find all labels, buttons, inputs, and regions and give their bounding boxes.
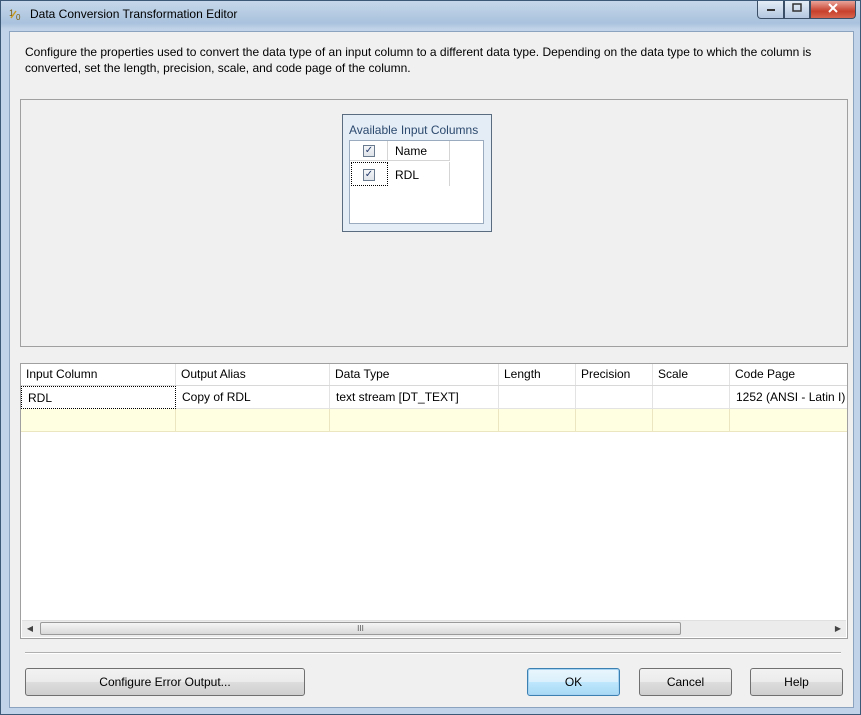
available-columns-title: Available Input Columns — [349, 123, 479, 137]
select-all-checkbox[interactable]: ✓ — [363, 145, 375, 157]
horizontal-scrollbar[interactable]: ◀ III ▶ — [22, 620, 846, 637]
window-title: Data Conversion Transformation Editor — [30, 7, 238, 21]
separator — [25, 652, 841, 654]
column-header-precision[interactable]: Precision — [576, 364, 653, 385]
grid-header: Input Column Output Alias Data Type Leng… — [21, 364, 847, 386]
new-row-cell[interactable] — [176, 409, 330, 432]
column-header-data-type[interactable]: Data Type — [330, 364, 499, 385]
precision-cell[interactable] — [576, 386, 653, 409]
new-row-cell[interactable] — [576, 409, 653, 432]
editor-window: 10 Data Conversion Transformation Editor… — [0, 0, 861, 715]
title-bar[interactable]: 10 Data Conversion Transformation Editor — [1, 1, 860, 27]
dialog-body: Configure the properties used to convert… — [9, 31, 854, 708]
name-header: Name — [395, 144, 428, 158]
data-conversion-icon: 10 — [8, 6, 24, 22]
new-row-cell[interactable] — [21, 409, 176, 432]
scale-cell[interactable] — [653, 386, 730, 409]
column-header-length[interactable]: Length — [499, 364, 576, 385]
minimize-button[interactable] — [757, 1, 784, 19]
column-header-output-alias[interactable]: Output Alias — [176, 364, 330, 385]
available-columns-list: ✓ Name ✓ RDL — [349, 140, 484, 224]
scroll-thumb[interactable]: III — [40, 622, 681, 635]
new-row[interactable] — [21, 409, 847, 432]
maximize-icon — [792, 3, 802, 16]
cancel-button[interactable]: Cancel — [639, 668, 732, 696]
length-cell[interactable] — [499, 386, 576, 409]
close-icon — [827, 3, 839, 16]
table-row: RDL Copy of RDL text stream [DT_TEXT] 12… — [21, 386, 847, 409]
rdl-checkbox[interactable]: ✓ — [363, 169, 375, 181]
input-column-cell[interactable]: RDL — [21, 386, 176, 409]
column-header-scale[interactable]: Scale — [653, 364, 730, 385]
scroll-left-icon[interactable]: ◀ — [22, 621, 38, 637]
data-type-cell[interactable]: text stream [DT_TEXT] — [330, 386, 499, 409]
conversion-grid: Input Column Output Alias Data Type Leng… — [20, 363, 848, 639]
close-button[interactable] — [810, 1, 856, 19]
new-row-cell[interactable] — [330, 409, 499, 432]
new-row-cell[interactable] — [499, 409, 576, 432]
help-button[interactable]: Help — [750, 668, 843, 696]
scroll-right-icon[interactable]: ▶ — [830, 621, 846, 637]
new-row-cell[interactable] — [730, 409, 847, 432]
available-column-name[interactable]: RDL — [395, 168, 419, 182]
column-header-code-page[interactable]: Code Page — [730, 364, 847, 385]
output-alias-cell[interactable]: Copy of RDL — [176, 386, 330, 409]
minimize-icon — [766, 3, 776, 16]
configure-error-output-button[interactable]: Configure Error Output... — [25, 668, 305, 696]
maximize-button[interactable] — [784, 1, 810, 19]
instructions-text: Configure the properties used to convert… — [25, 45, 812, 75]
scroll-grip: III — [357, 624, 364, 633]
new-row-cell[interactable] — [653, 409, 730, 432]
column-header-input-column[interactable]: Input Column — [21, 364, 176, 385]
available-input-columns-box[interactable]: Available Input Columns ✓ Name ✓ RDL — [342, 114, 492, 232]
ok-button[interactable]: OK — [527, 668, 620, 696]
svg-text:0: 0 — [16, 13, 21, 22]
code-page-cell[interactable]: 1252 (ANSI - Latin I) — [730, 386, 847, 409]
columns-panel: Available Input Columns ✓ Name ✓ RDL — [20, 99, 848, 347]
